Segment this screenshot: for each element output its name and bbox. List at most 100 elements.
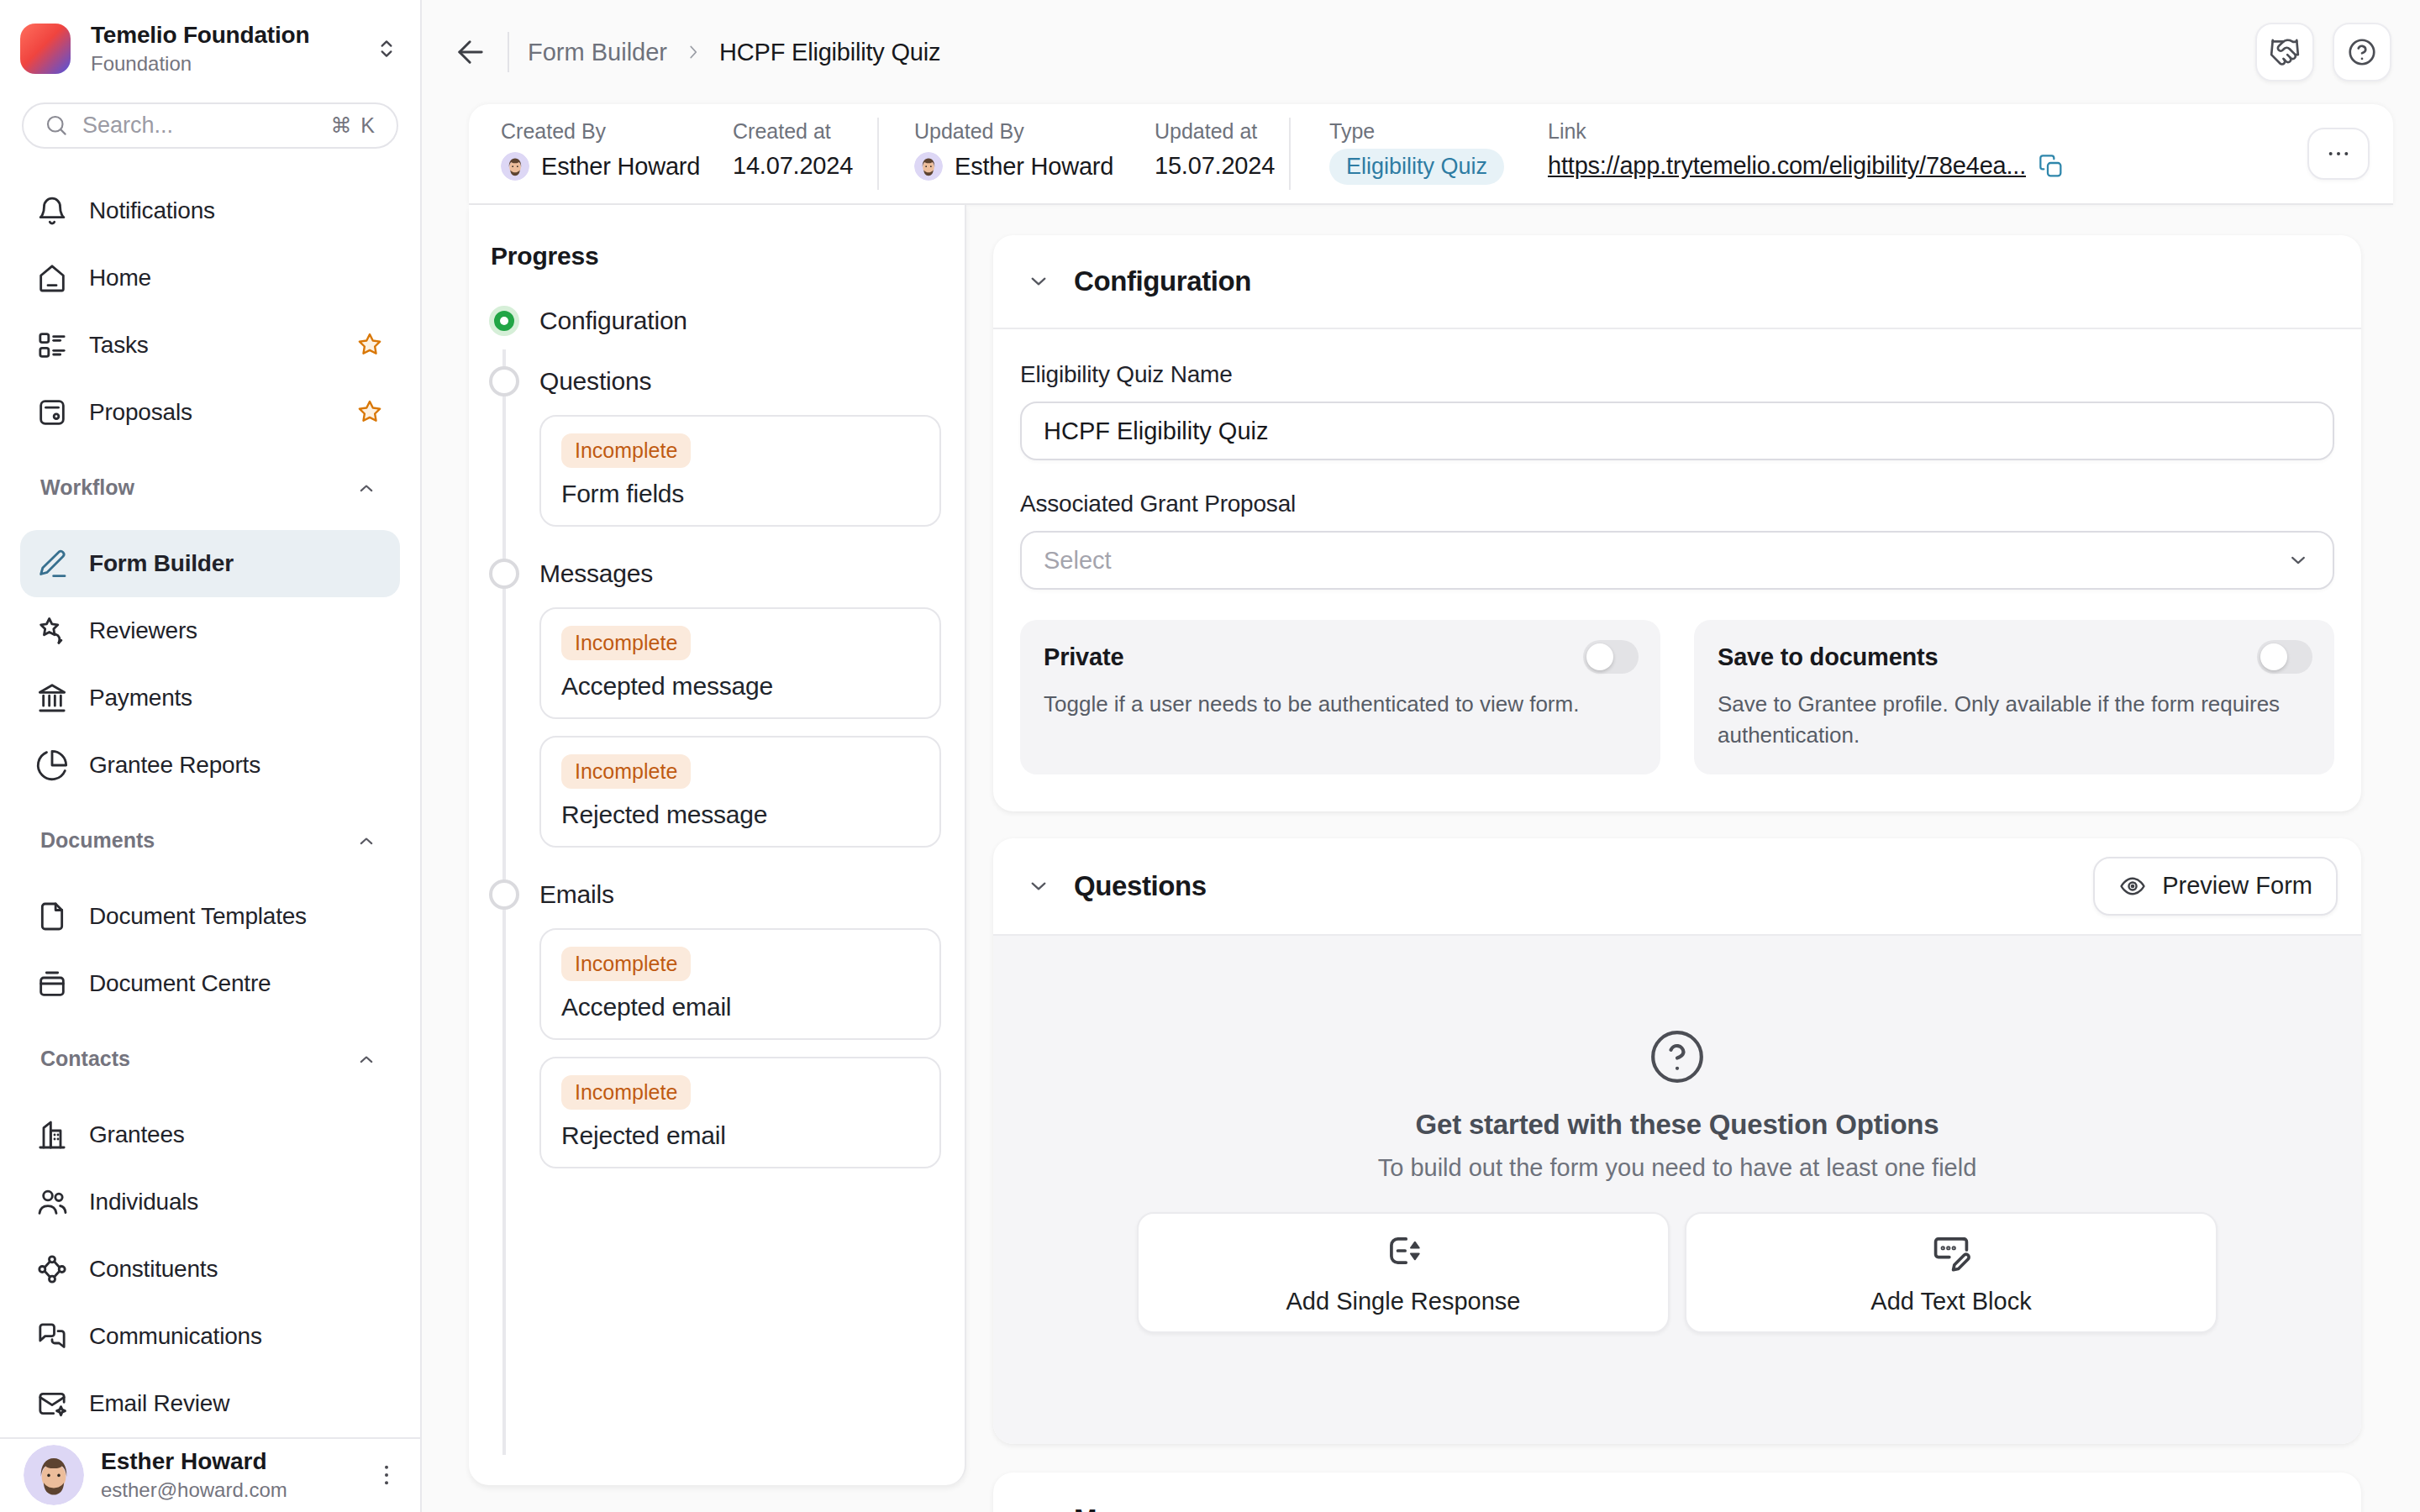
progress-item-accepted-email[interactable]: IncompleteAccepted email: [539, 928, 941, 1040]
nodes-icon: [35, 1252, 69, 1286]
sidebar-section-documents[interactable]: Documents: [20, 799, 400, 883]
user-menu[interactable]: Esther Howard esther@howard.com: [0, 1437, 420, 1512]
questions-title: Questions: [1074, 870, 1207, 902]
sidebar-nav: Notifications HomeTasksProposalsWorkflowF…: [0, 177, 420, 1437]
building-icon: [35, 1118, 69, 1152]
proposal-select[interactable]: Select: [1020, 531, 2334, 590]
progress-item-label: Form fields: [561, 480, 919, 508]
step-label: Configuration: [539, 307, 687, 335]
progress-step-messages[interactable]: Messages: [489, 543, 941, 604]
search-input[interactable]: Search... ⌘ K: [22, 102, 398, 149]
step-indicator: [489, 559, 519, 589]
private-description: Toggle if a user needs to be authenticat…: [1044, 689, 1639, 720]
org-name: Temelio Foundation: [91, 22, 353, 49]
questions-header[interactable]: Questions Preview Form: [993, 838, 2361, 936]
sidebar-item-email-review[interactable]: Email Review: [20, 1370, 400, 1437]
messages-section: Messages: [993, 1473, 2361, 1512]
chevron-down-icon: [1025, 873, 1052, 900]
pie-icon: [35, 748, 69, 782]
sidebar-item-notifications[interactable]: Notifications: [20, 177, 400, 244]
search-placeholder: Search...: [82, 113, 317, 139]
option-label: Add Text Block: [1870, 1288, 2031, 1315]
back-button[interactable]: [452, 34, 489, 70]
sidebar-item-individuals[interactable]: Individuals: [20, 1168, 400, 1236]
kebab-menu-icon[interactable]: [373, 1462, 400, 1488]
tasks-icon: [35, 328, 69, 362]
sidebar-item-document-centre[interactable]: Document Centre: [20, 950, 400, 1017]
bell-icon: [35, 194, 69, 228]
file-icon: [35, 900, 69, 933]
text-block-icon: [1929, 1229, 1973, 1273]
sidebar-item-label: Payments: [89, 685, 385, 711]
progress-item-accepted-message[interactable]: IncompleteAccepted message: [539, 607, 941, 719]
step-indicator: [489, 879, 519, 910]
question-mark-icon: [1647, 1026, 1707, 1087]
progress-item-rejected-message[interactable]: Incomplete Rejected message: [539, 736, 941, 848]
configuration-header[interactable]: Configuration: [993, 235, 2361, 329]
step-label: Emails: [539, 880, 614, 909]
chevron-down-icon: [2286, 548, 2311, 573]
sidebar-section-workflow[interactable]: Workflow: [20, 446, 400, 530]
sidebar-item-home[interactable]: Home: [20, 244, 400, 312]
add-single-response-button[interactable]: Add Single Response: [1137, 1212, 1670, 1333]
progress-step-configuration[interactable]: Configuration: [489, 291, 941, 351]
org-subtitle: Foundation: [91, 52, 353, 76]
chats-icon: [35, 1320, 69, 1353]
progress-title: Progress: [491, 242, 941, 270]
form-link[interactable]: https://app.trytemelio.com/eligibility/7…: [1548, 152, 2026, 180]
progress-item-form-fields[interactable]: IncompleteForm fields: [539, 415, 941, 527]
help-button[interactable]: [2333, 23, 2391, 81]
sidebar-item-grantees[interactable]: Grantees: [20, 1101, 400, 1168]
star-icon[interactable]: [355, 330, 385, 360]
sidebar-item-grantee-reports[interactable]: Grantee Reports: [20, 732, 400, 799]
sidebar: Temelio Foundation Foundation Search... …: [0, 0, 422, 1512]
preview-form-button[interactable]: Preview Form: [2093, 857, 2338, 916]
option-label: Add Single Response: [1286, 1288, 1521, 1315]
progress-item-label: Rejected email: [561, 1121, 919, 1150]
step-indicator: [489, 366, 519, 396]
status-badge: Incomplete: [561, 754, 691, 789]
add-text-block-button[interactable]: Add Text Block: [1685, 1212, 2217, 1333]
star-icon[interactable]: [355, 397, 385, 428]
org-switcher[interactable]: Temelio Foundation Foundation: [0, 0, 420, 76]
configuration-section: Configuration Eligibility Quiz Name HCPF…: [993, 235, 2361, 811]
more-actions-button[interactable]: [2307, 128, 2370, 180]
messages-header[interactable]: Messages: [993, 1473, 2361, 1512]
progress-item-label: Accepted message: [561, 672, 919, 701]
breadcrumb-current: HCPF Eligibility Quiz: [719, 39, 940, 66]
proposal-label: Associated Grant Proposal: [1020, 491, 2334, 517]
private-toggle[interactable]: [1583, 640, 1639, 674]
messages-title: Messages: [1074, 1504, 1204, 1512]
empty-state-title: Get started with these Question Options: [1416, 1109, 1939, 1141]
sidebar-item-form-builder[interactable]: Form Builder: [20, 530, 400, 597]
questions-empty-state: Get started with these Question Options …: [993, 936, 2361, 1444]
sidebar-item-label: Communications: [89, 1323, 385, 1350]
sidebar-item-constituents[interactable]: Constituents: [20, 1236, 400, 1303]
sidebar-section-contacts[interactable]: Contacts: [20, 1017, 400, 1101]
progress-panel: Progress ConfigurationQuestionsIncomplet…: [469, 205, 966, 1485]
updated-by-label: Updated By: [914, 119, 1155, 144]
step-indicator: [489, 306, 519, 336]
sidebar-item-proposals[interactable]: Proposals: [20, 379, 400, 446]
handshake-icon: [2269, 36, 2301, 68]
mail-icon: [35, 1387, 69, 1420]
sidebar-item-tasks[interactable]: Tasks: [20, 312, 400, 379]
sidebar-item-payments[interactable]: Payments: [20, 664, 400, 732]
created-at-label: Created at: [733, 119, 877, 144]
quiz-name-input[interactable]: HCPF Eligibility Quiz: [1020, 402, 2334, 460]
progress-step-questions[interactable]: Questions: [489, 351, 941, 412]
progress-item-label: Rejected message: [561, 801, 919, 829]
sidebar-item-reviewers[interactable]: Reviewers: [20, 597, 400, 664]
collaboration-button[interactable]: [2255, 23, 2314, 81]
copy-icon[interactable]: [2038, 153, 2065, 180]
link-label: Link: [1548, 119, 2307, 144]
sidebar-item-label: Notifications: [89, 197, 385, 224]
sidebar-item-document-templates[interactable]: Document Templates: [20, 883, 400, 950]
progress-item-rejected-email[interactable]: IncompleteRejected email: [539, 1057, 941, 1168]
sidebar-item-label: Reviewers: [89, 617, 385, 644]
section-label: Documents: [40, 828, 353, 853]
breadcrumb-parent[interactable]: Form Builder: [528, 39, 667, 66]
save-to-documents-toggle[interactable]: [2257, 640, 2312, 674]
progress-step-emails[interactable]: Emails: [489, 864, 941, 925]
sidebar-item-communications[interactable]: Communications: [20, 1303, 400, 1370]
